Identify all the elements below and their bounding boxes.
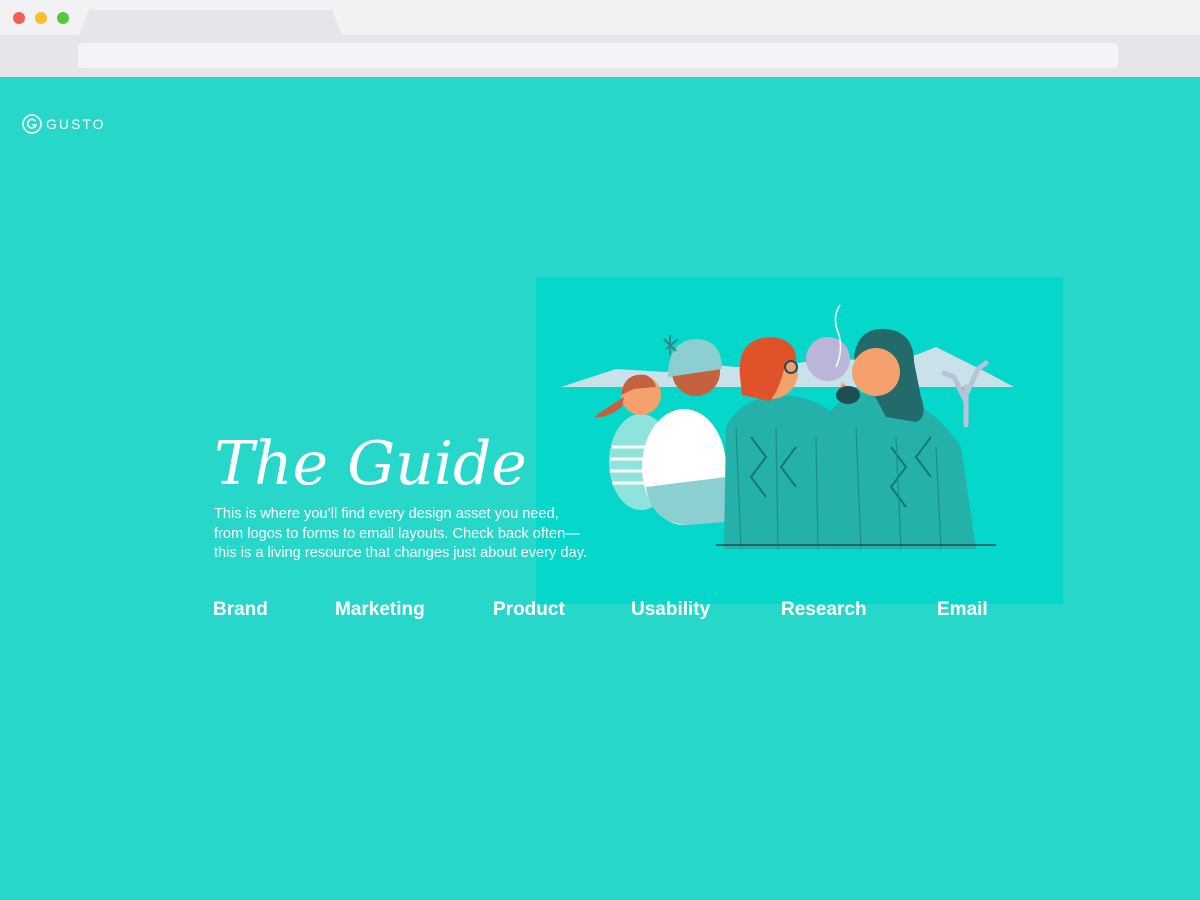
maximize-window-button[interactable]: [57, 12, 69, 24]
nav-link-research[interactable]: Research: [781, 599, 867, 621]
description-line: this is a living resource that changes j…: [214, 545, 587, 561]
browser-tab[interactable]: [79, 10, 342, 35]
section-nav: Brand Marketing Product Usability Resear…: [0, 599, 1200, 625]
page-title: The Guide: [214, 429, 527, 499]
page-description: This is where you’ll find every design a…: [214, 505, 634, 564]
description-line: from logos to forms to email layouts. Ch…: [214, 525, 580, 542]
address-bar[interactable]: [78, 43, 1118, 68]
minimize-window-button[interactable]: [35, 12, 47, 24]
browser-chrome: [0, 0, 1200, 77]
nav-link-brand[interactable]: Brand: [213, 599, 268, 621]
gusto-logo[interactable]: GUSTO: [22, 114, 106, 134]
close-window-button[interactable]: [13, 12, 25, 24]
description-line: This is where you’ll find every design a…: [214, 506, 559, 522]
gusto-logo-icon: [22, 114, 42, 134]
nav-link-marketing[interactable]: Marketing: [335, 599, 425, 621]
nav-link-product[interactable]: Product: [493, 599, 565, 621]
nav-link-email[interactable]: Email: [937, 599, 988, 621]
page-content: GUSTO The Guide This is where you’ll fin…: [0, 77, 1200, 900]
brand-name: GUSTO: [46, 116, 106, 132]
nav-link-usability[interactable]: Usability: [631, 599, 710, 621]
